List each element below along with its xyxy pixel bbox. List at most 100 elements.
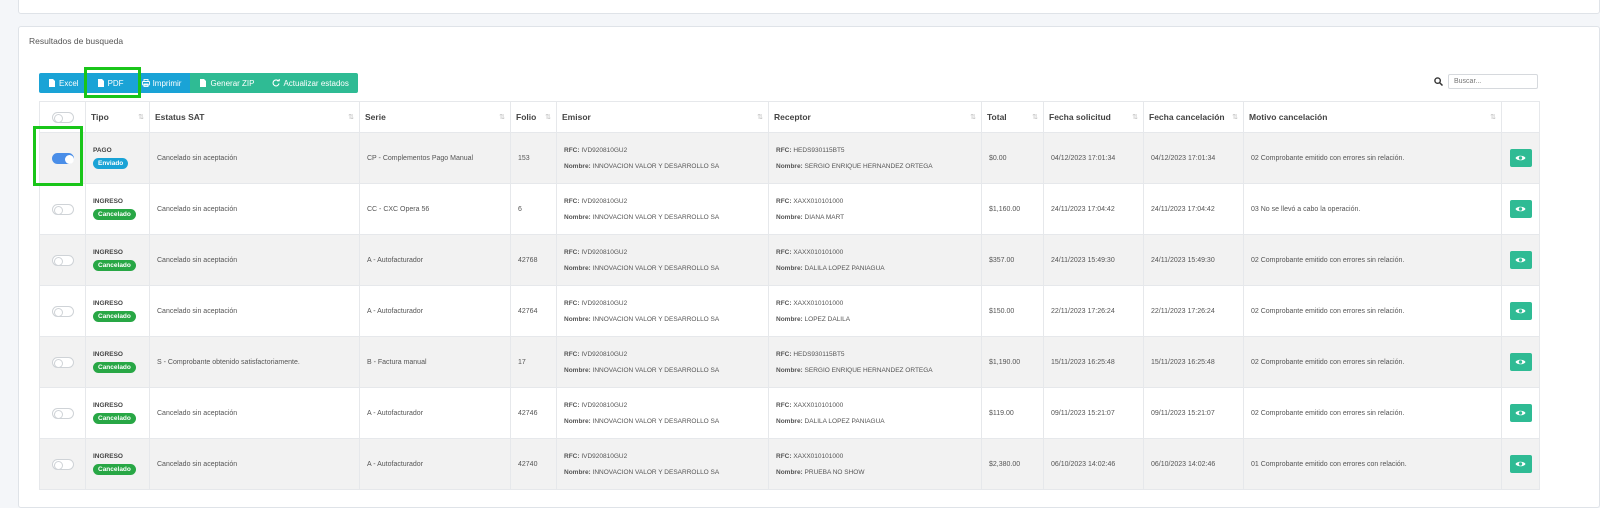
receptor-nombre: PRUEBA NO SHOW [804, 468, 865, 476]
view-button[interactable] [1509, 149, 1532, 167]
view-button[interactable] [1509, 251, 1532, 269]
select-cell [39, 183, 86, 235]
rfc-label: RFC: [776, 248, 792, 256]
receptor-rfc: XAXX010101000 [793, 452, 844, 460]
view-button[interactable] [1509, 200, 1532, 218]
eye-icon [1515, 155, 1526, 161]
col-header-estatus-sat[interactable]: Estatus SAT ⇅ [149, 101, 360, 133]
search-box [1434, 74, 1538, 89]
view-button[interactable] [1509, 455, 1532, 473]
emisor-nombre: INNOVACION VALOR Y DESARROLLO SA [592, 264, 720, 272]
total-cell: $1,190.00 [981, 336, 1044, 388]
col-header-motivo-cancelacion[interactable]: Motivo cancelación ⇅ [1243, 101, 1502, 133]
status-badge: Cancelado [93, 413, 136, 424]
serie-cell: A - Autofacturador [359, 387, 511, 439]
rfc-label: RFC: [776, 452, 792, 460]
col-header-fecha-cancelacion[interactable]: Fecha cancelación ⇅ [1143, 101, 1244, 133]
rfc-label: RFC: [564, 401, 580, 409]
receptor-cell: RFC: XAXX010101000 Nombre: DALILA LOPEZ … [768, 387, 982, 439]
view-button[interactable] [1509, 404, 1532, 422]
row-select-toggle[interactable] [51, 305, 74, 317]
col-header-receptor[interactable]: Receptor ⇅ [768, 101, 982, 133]
status-badge: Cancelado [93, 311, 136, 322]
zip-label: Generar ZIP [210, 78, 255, 88]
total-cell: $0.00 [981, 132, 1044, 184]
filters-card [18, 0, 1600, 14]
tipo-cell: INGRESO Cancelado [85, 336, 150, 388]
folio-cell: 153 [510, 132, 557, 184]
sort-icon: ⇅ [1032, 114, 1038, 121]
nombre-label: Nombre: [776, 417, 803, 425]
receptor-cell: RFC: XAXX010101000 Nombre: PRUEBA NO SHO… [768, 438, 982, 490]
row-select-toggle[interactable] [51, 356, 74, 368]
sort-icon: ⇅ [757, 114, 763, 121]
row-select-toggle[interactable] [51, 407, 74, 419]
actions-cell [1501, 336, 1540, 388]
table-row: INGRESO Cancelado Cancelado sin aceptació… [39, 234, 1540, 286]
total-cell: $357.00 [981, 234, 1044, 286]
motivo-cell: 02 Comprobante emitido con errores sin r… [1243, 132, 1502, 184]
col-header-total[interactable]: Total ⇅ [981, 101, 1044, 133]
generate-zip-button[interactable]: Generar ZIP [190, 73, 264, 93]
col-header-emisor[interactable]: Emisor ⇅ [556, 101, 769, 133]
rfc-label: RFC: [776, 197, 792, 205]
fecha-cancelacion-cell: 04/12/2023 17:01:34 [1143, 132, 1244, 184]
tipo-cell: INGRESO Cancelado [85, 438, 150, 490]
search-icon [1434, 77, 1443, 86]
nombre-label: Nombre: [776, 162, 803, 170]
eye-icon [1515, 410, 1526, 416]
status-badge: Cancelado [93, 464, 136, 475]
nombre-label: Nombre: [776, 213, 803, 221]
col-header-fecha-solicitud[interactable]: Fecha solicitud ⇅ [1043, 101, 1144, 133]
folio-cell: 6 [510, 183, 557, 235]
view-button[interactable] [1509, 302, 1532, 320]
view-button[interactable] [1509, 353, 1532, 371]
estatus-cell: Cancelado sin aceptación [149, 234, 360, 286]
col-header-serie[interactable]: Serie ⇅ [359, 101, 511, 133]
receptor-cell: RFC: XAXX010101000 Nombre: DALILA LOPEZ … [768, 234, 982, 286]
fecha-solicitud-cell: 06/10/2023 14:02:46 [1043, 438, 1144, 490]
actions-cell [1501, 234, 1540, 286]
table-row: INGRESO Cancelado Cancelado sin aceptació… [39, 438, 1540, 490]
fecha-solicitud-cell: 15/11/2023 16:25:48 [1043, 336, 1144, 388]
fecha-solicitud-cell: 24/11/2023 15:49:30 [1043, 234, 1144, 286]
tipo-text: INGRESO [93, 300, 123, 307]
select-all-toggle[interactable] [51, 111, 74, 123]
tipo-text: INGRESO [93, 198, 123, 205]
tipo-cell: PAGO Enviado [85, 132, 150, 184]
motivo-cell: 02 Comprobante emitido con errores sin r… [1243, 234, 1502, 286]
tipo-cell: INGRESO Cancelado [85, 285, 150, 337]
serie-cell: B - Factura manual [359, 336, 511, 388]
emisor-rfc: IVD920810GU2 [581, 401, 628, 409]
fecha-cancelacion-cell: 24/11/2023 15:49:30 [1143, 234, 1244, 286]
rfc-label: RFC: [564, 299, 580, 307]
col-header-tipo[interactable]: Tipo ⇅ [85, 101, 150, 133]
fecha-cancelacion-cell: 06/10/2023 14:02:46 [1143, 438, 1244, 490]
update-status-button[interactable]: Actualizar estados [263, 73, 358, 93]
emisor-nombre: INNOVACION VALOR Y DESARROLLO SA [592, 417, 720, 425]
estatus-cell: Cancelado sin aceptación [149, 183, 360, 235]
search-input[interactable] [1448, 74, 1538, 89]
tipo-text: PAGO [93, 147, 112, 154]
rfc-label: RFC: [776, 299, 792, 307]
serie-cell: CC - CXC Opera 56 [359, 183, 511, 235]
rfc-label: RFC: [564, 452, 580, 460]
folio-cell: 42740 [510, 438, 557, 490]
serie-cell: A - Autofacturador [359, 234, 511, 286]
row-select-toggle[interactable] [51, 458, 74, 470]
eye-icon [1515, 206, 1526, 212]
emisor-cell: RFC: IVD920810GU2 Nombre: INNOVACION VAL… [556, 132, 769, 184]
eye-icon [1515, 359, 1526, 365]
printer-icon [141, 79, 150, 87]
file-archive-icon [200, 79, 207, 87]
row-select-toggle[interactable] [51, 254, 74, 266]
excel-button[interactable]: Excel [39, 73, 88, 93]
emisor-cell: RFC: IVD920810GU2 Nombre: INNOVACION VAL… [556, 387, 769, 439]
table-row: INGRESO Cancelado Cancelado sin aceptació… [39, 285, 1540, 337]
row-select-toggle[interactable] [51, 203, 74, 215]
print-button[interactable]: Imprimir [132, 73, 191, 93]
receptor-rfc: HEDS930115BT5 [793, 350, 845, 358]
emisor-rfc: IVD920810GU2 [581, 299, 628, 307]
col-header-folio[interactable]: Folio ⇅ [510, 101, 557, 133]
actions-cell [1501, 183, 1540, 235]
